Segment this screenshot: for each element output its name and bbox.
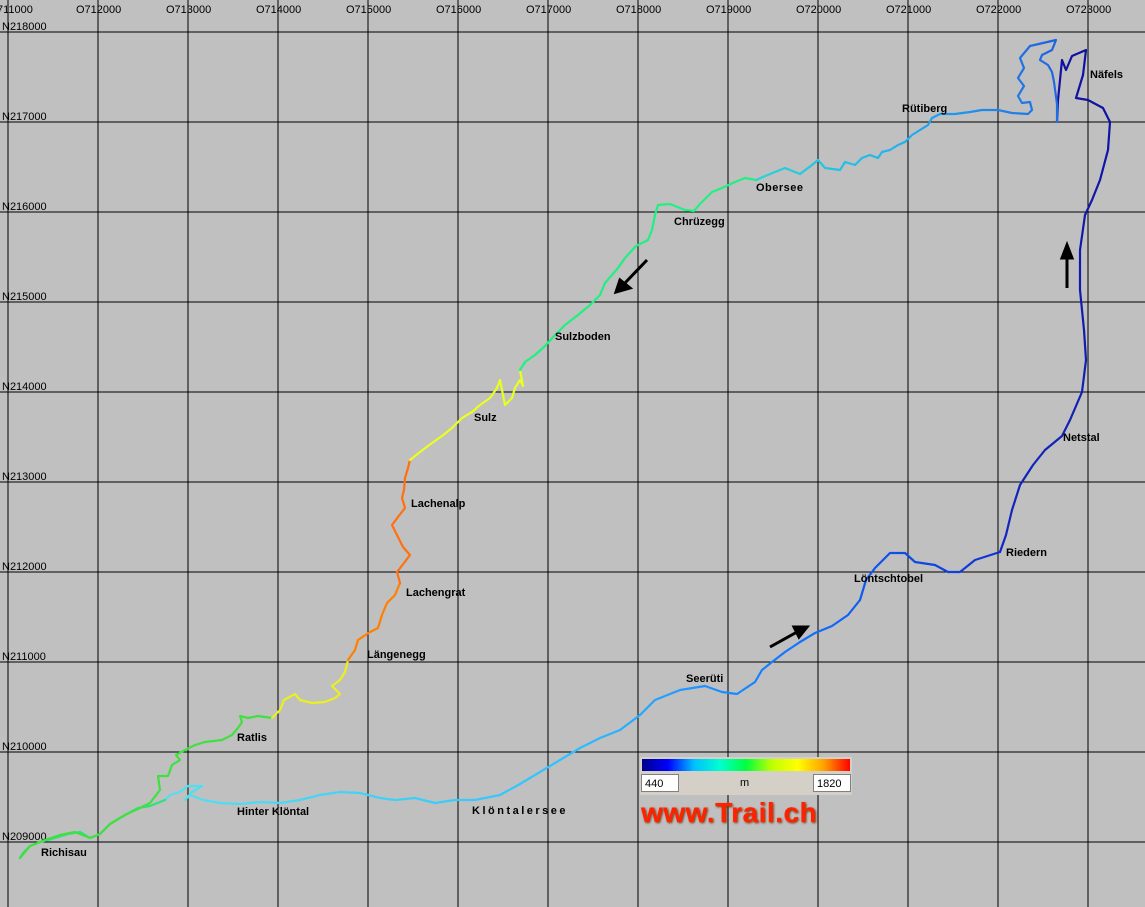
place-label-seeruti: Seerüti — [686, 673, 723, 685]
legend-max-value: 1820 — [813, 774, 851, 792]
northing-label: N214000 — [2, 381, 47, 393]
arrow-north-icon — [1059, 240, 1075, 288]
northing-label: N211000 — [2, 651, 46, 663]
place-label-sulzboden: Sulzboden — [555, 331, 611, 343]
place-label-obersee: Obersee — [756, 182, 804, 194]
place-label-lachenalp: Lachenalp — [411, 498, 466, 510]
easting-label: O717000 — [526, 4, 571, 16]
place-label-chruzegg: Chrüzegg — [674, 216, 725, 228]
track-segment-riedern-klontal — [163, 550, 1002, 806]
place-label-riedern: Riedern — [1006, 547, 1047, 559]
track-segment-ratlis-langenegg — [270, 658, 350, 720]
place-label-ratlis: Ratlis — [237, 732, 267, 744]
place-label-hinter-klontal: Hinter Klöntal — [237, 806, 309, 818]
easting-label: O718000 — [616, 4, 661, 16]
track-segment-richisau-ratlis — [18, 714, 274, 860]
place-label-langenegg: Längenegg — [367, 649, 426, 661]
place-label-netstal: Netstal — [1063, 432, 1100, 444]
place-label-nafels: Näfels — [1090, 69, 1123, 81]
northing-labels: N218000 N217000 N216000 N215000 N214000 … — [2, 21, 47, 843]
elevation-color-scale — [642, 759, 850, 771]
northing-label: N217000 — [2, 111, 47, 123]
easting-label: O719000 — [706, 4, 751, 16]
trail-watermark: www.Trail.ch — [641, 797, 818, 828]
grid-lines — [0, 0, 1145, 907]
easting-label: O723000 — [1066, 4, 1111, 16]
elevation-legend: 440 m 1820 — [640, 757, 852, 795]
direction-arrows — [613, 240, 1075, 649]
easting-label: O714000 — [256, 4, 301, 16]
legend-unit: m — [740, 777, 750, 789]
northing-label: N213000 — [2, 471, 47, 483]
gps-track — [18, 38, 1112, 860]
legend-min-value: 440 — [641, 774, 679, 792]
northing-label: N216000 — [2, 201, 47, 213]
easting-label: O712000 — [76, 4, 121, 16]
track-segment-nafels-netstal — [998, 48, 1112, 554]
northing-label: N218000 — [2, 21, 47, 33]
easting-label: O713000 — [166, 4, 211, 16]
arrow-northeast-icon — [769, 625, 811, 649]
easting-label: O715000 — [346, 4, 391, 16]
easting-labels: 711000 O712000 O713000 O714000 O715000 O… — [0, 4, 1111, 16]
map-canvas[interactable]: 711000 O712000 O713000 O714000 O715000 O… — [0, 0, 1145, 907]
easting-label: O720000 — [796, 4, 841, 16]
place-label-richisau: Richisau — [41, 847, 87, 859]
place-label-lontschtobel: Löntschtobel — [854, 573, 923, 585]
track-segment-lachenalp-sulz — [408, 368, 525, 462]
easting-label: O721000 — [886, 4, 931, 16]
northing-label: N210000 — [2, 741, 47, 753]
place-label-sulz: Sulz — [474, 412, 497, 424]
place-label-lachengrat: Lachengrat — [406, 587, 466, 599]
easting-label: O722000 — [976, 4, 1021, 16]
place-label-rutiberg: Rütiberg — [902, 103, 947, 115]
place-labels: Näfels Rütiberg Obersee Chrüzegg Sulzbod… — [41, 69, 1123, 859]
northing-label: N215000 — [2, 291, 47, 303]
place-label-klontalersee: Klöntalersee — [472, 805, 568, 817]
easting-label: O716000 — [436, 4, 481, 16]
easting-label: 711000 — [0, 4, 33, 16]
track-segment-lachengrat-lachenalp — [390, 458, 412, 585]
northing-label: N212000 — [2, 561, 47, 573]
